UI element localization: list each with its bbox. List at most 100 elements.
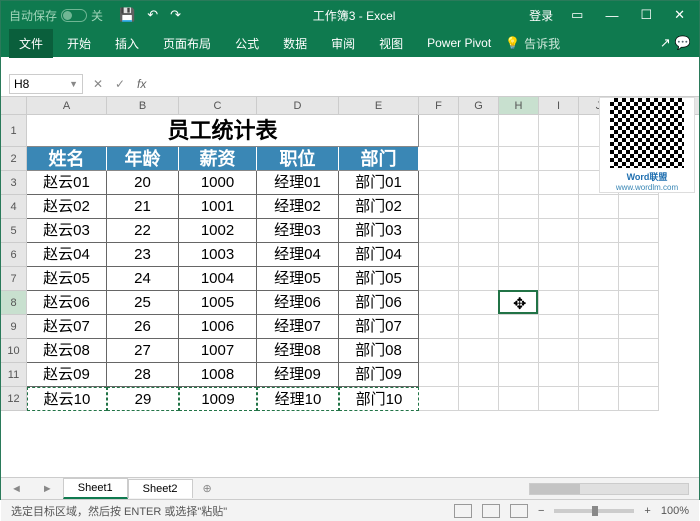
table-cell[interactable]: 29	[107, 387, 179, 411]
table-cell[interactable]: 1005	[179, 291, 257, 315]
table-cell[interactable]: 经理05	[257, 267, 339, 291]
table-cell[interactable]: 1000	[179, 171, 257, 195]
table-cell[interactable]: 1002	[179, 219, 257, 243]
zoom-slider[interactable]	[554, 509, 634, 513]
name-box[interactable]: H8 ▼	[9, 74, 83, 94]
table-cell[interactable]: 经理07	[257, 315, 339, 339]
save-icon[interactable]: 💾	[119, 7, 135, 23]
share-icon[interactable]: ↗	[660, 35, 671, 51]
spreadsheet-grid[interactable]: ABCDEFGHIJK 1员工统计表2姓名年龄薪资职位部门3赵云01201000…	[1, 97, 699, 477]
tab-view[interactable]: 视图	[369, 29, 413, 58]
table-cell[interactable]: 部门10	[339, 387, 419, 411]
table-cell[interactable]: 经理04	[257, 243, 339, 267]
table-cell[interactable]: 赵云09	[27, 363, 107, 387]
table-cell[interactable]: 1001	[179, 195, 257, 219]
maximize-icon[interactable]: ☐	[636, 7, 656, 23]
table-cell[interactable]: 23	[107, 243, 179, 267]
table-cell[interactable]: 赵云03	[27, 219, 107, 243]
row-header[interactable]: 12	[1, 387, 27, 411]
table-cell[interactable]: 经理09	[257, 363, 339, 387]
table-cell[interactable]: 赵云07	[27, 315, 107, 339]
tab-data[interactable]: 数据	[273, 29, 317, 58]
row-header[interactable]: 6	[1, 243, 27, 267]
col-header-D[interactable]: D	[257, 97, 339, 114]
row-header[interactable]: 5	[1, 219, 27, 243]
login-link[interactable]: 登录	[529, 7, 553, 24]
view-pagebreak-icon[interactable]	[510, 504, 528, 518]
table-cell[interactable]: 赵云10	[27, 387, 107, 411]
table-cell[interactable]: 赵云06	[27, 291, 107, 315]
row-header[interactable]: 9	[1, 315, 27, 339]
tab-powerpivot[interactable]: Power Pivot	[417, 30, 501, 56]
table-cell[interactable]: 经理03	[257, 219, 339, 243]
table-cell[interactable]: 赵云01	[27, 171, 107, 195]
table-cell[interactable]: 赵云08	[27, 339, 107, 363]
row-header[interactable]: 2	[1, 147, 27, 171]
table-cell[interactable]: 赵云05	[27, 267, 107, 291]
table-cell[interactable]: 24	[107, 267, 179, 291]
tab-home[interactable]: 开始	[57, 29, 101, 58]
table-cell[interactable]: 20	[107, 171, 179, 195]
tab-file[interactable]: 文件	[9, 29, 53, 58]
autosave-toggle[interactable]: 自动保存 关	[1, 7, 111, 24]
row-header[interactable]: 3	[1, 171, 27, 195]
table-header[interactable]: 部门	[339, 147, 419, 171]
table-header[interactable]: 职位	[257, 147, 339, 171]
view-layout-icon[interactable]	[482, 504, 500, 518]
add-sheet-icon[interactable]: ⊕	[193, 482, 222, 495]
tell-me-search[interactable]: 💡 告诉我	[505, 35, 560, 52]
row-header[interactable]: 4	[1, 195, 27, 219]
table-cell[interactable]: 1009	[179, 387, 257, 411]
table-cell[interactable]: 部门05	[339, 267, 419, 291]
table-cell[interactable]: 部门02	[339, 195, 419, 219]
row-header[interactable]: 10	[1, 339, 27, 363]
fx-icon[interactable]: fx	[131, 77, 152, 91]
table-cell[interactable]: 部门09	[339, 363, 419, 387]
table-cell[interactable]: 赵云04	[27, 243, 107, 267]
tab-formulas[interactable]: 公式	[225, 29, 269, 58]
table-cell[interactable]: 部门06	[339, 291, 419, 315]
table-cell[interactable]: 1003	[179, 243, 257, 267]
tab-insert[interactable]: 插入	[105, 29, 149, 58]
col-header-H[interactable]: H	[499, 97, 539, 114]
table-cell[interactable]: 经理06	[257, 291, 339, 315]
view-normal-icon[interactable]	[454, 504, 472, 518]
sheet-tab-2[interactable]: Sheet2	[128, 479, 193, 498]
col-header-F[interactable]: F	[419, 97, 459, 114]
table-cell[interactable]: 21	[107, 195, 179, 219]
ribbon-options-icon[interactable]: ▭	[567, 7, 587, 23]
table-cell[interactable]: 1006	[179, 315, 257, 339]
col-header-C[interactable]: C	[179, 97, 257, 114]
col-header-A[interactable]: A	[27, 97, 107, 114]
table-cell[interactable]: 1004	[179, 267, 257, 291]
tab-review[interactable]: 审阅	[321, 29, 365, 58]
table-cell[interactable]: 经理08	[257, 339, 339, 363]
table-cell[interactable]: 赵云02	[27, 195, 107, 219]
table-cell[interactable]: 部门08	[339, 339, 419, 363]
formula-input[interactable]	[152, 74, 699, 94]
table-cell[interactable]: 部门01	[339, 171, 419, 195]
tab-layout[interactable]: 页面布局	[153, 29, 221, 58]
zoom-in-icon[interactable]: +	[644, 505, 650, 517]
col-header-I[interactable]: I	[539, 97, 579, 114]
col-header-B[interactable]: B	[107, 97, 179, 114]
row-header[interactable]: 1	[1, 115, 27, 147]
row-header[interactable]: 7	[1, 267, 27, 291]
horizontal-scrollbar[interactable]	[529, 483, 689, 495]
sheet-nav-prev-icon[interactable]: ◄	[1, 483, 32, 495]
table-cell[interactable]: 经理10	[257, 387, 339, 411]
accept-formula-icon[interactable]: ✓	[109, 77, 131, 91]
table-cell[interactable]: 1008	[179, 363, 257, 387]
sheet-tab-1[interactable]: Sheet1	[63, 478, 128, 499]
table-title[interactable]: 员工统计表	[27, 115, 419, 147]
table-cell[interactable]: 部门03	[339, 219, 419, 243]
row-header[interactable]: 11	[1, 363, 27, 387]
redo-icon[interactable]: ↷	[170, 7, 181, 23]
table-header[interactable]: 薪资	[179, 147, 257, 171]
row-header[interactable]: 8	[1, 291, 27, 315]
zoom-out-icon[interactable]: −	[538, 505, 544, 517]
close-icon[interactable]: ✕	[670, 7, 689, 23]
col-header-G[interactable]: G	[459, 97, 499, 114]
table-header[interactable]: 年龄	[107, 147, 179, 171]
col-header-E[interactable]: E	[339, 97, 419, 114]
